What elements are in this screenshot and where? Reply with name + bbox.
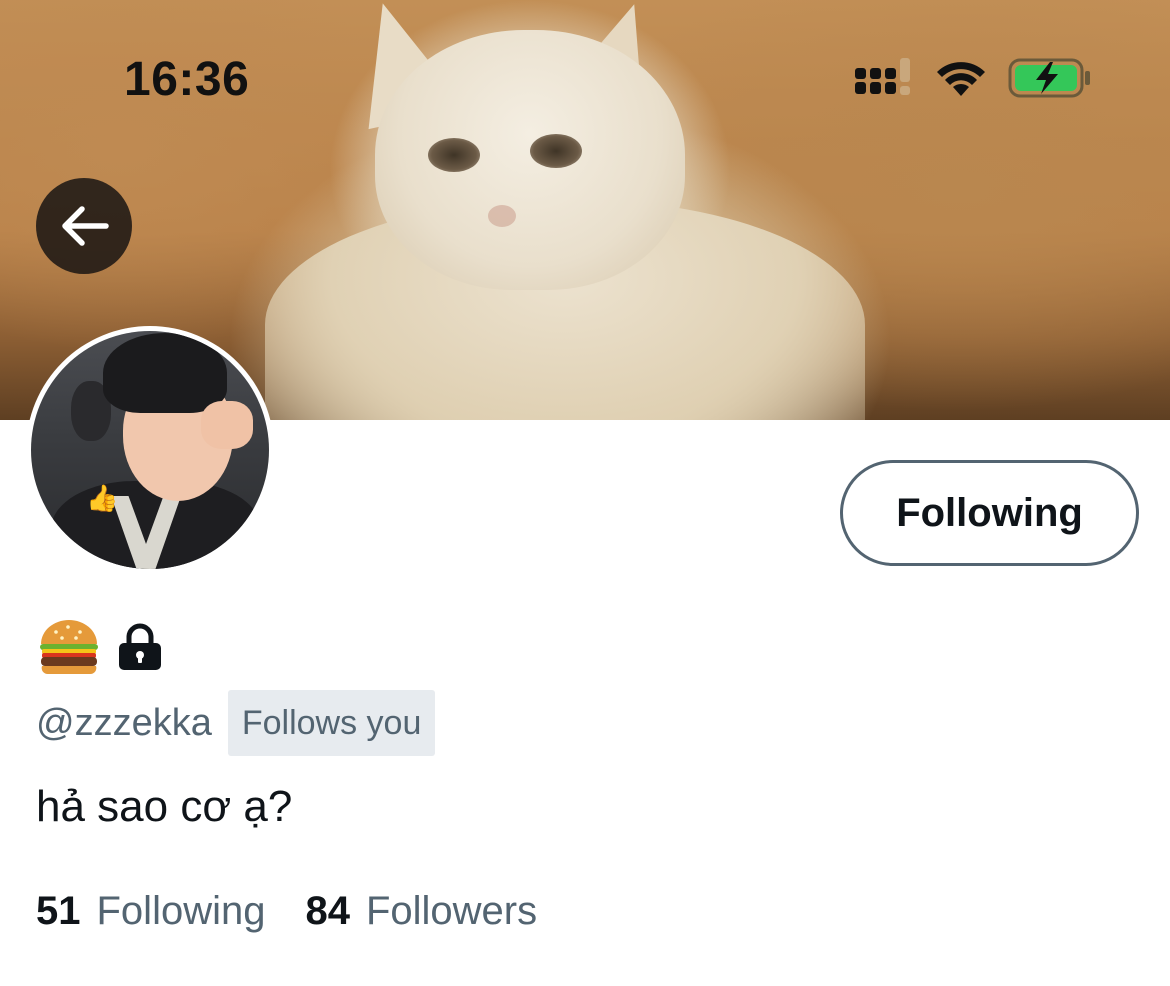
display-name-row xyxy=(36,612,164,682)
follow-stats: 51 Following 84 Followers xyxy=(36,884,577,938)
avatar-fist xyxy=(201,401,253,449)
followers-count: 84 xyxy=(305,888,350,933)
status-bar-time: 16:36 xyxy=(124,53,250,106)
profile-bio: hả sao cơ ạ? xyxy=(36,782,293,831)
username-handle: @zzzekka xyxy=(36,701,212,744)
signal-icon xyxy=(855,58,910,95)
following-button[interactable]: Following xyxy=(840,460,1139,566)
profile-avatar[interactable]: 👍 xyxy=(26,326,274,574)
banner-cat-nose xyxy=(488,205,516,227)
arrow-left-icon xyxy=(62,206,109,246)
banner-cat-head xyxy=(375,30,685,290)
lock-icon xyxy=(119,623,161,670)
follows-you-badge: Follows you xyxy=(227,690,436,756)
followers-label: Followers xyxy=(365,888,538,933)
wifi-icon xyxy=(937,62,985,96)
battery-charging-icon xyxy=(1008,58,1090,98)
avatar-hair xyxy=(103,333,227,413)
following-label: Following xyxy=(96,888,266,933)
handle-row: @zzzekka Follows you xyxy=(36,690,436,756)
following-count: 51 xyxy=(36,888,81,933)
following-count-link[interactable]: 51 Following xyxy=(36,889,265,934)
followers-count-link[interactable]: 84 Followers xyxy=(305,889,537,934)
burger-emoji-icon xyxy=(40,620,98,675)
back-button[interactable] xyxy=(36,178,132,274)
thumbs-up-icon: 👍 xyxy=(86,483,119,513)
banner-cat-eye-right xyxy=(530,134,582,168)
banner-cat-eye-left xyxy=(428,138,480,172)
avatar-photo: 👍 xyxy=(31,331,269,569)
